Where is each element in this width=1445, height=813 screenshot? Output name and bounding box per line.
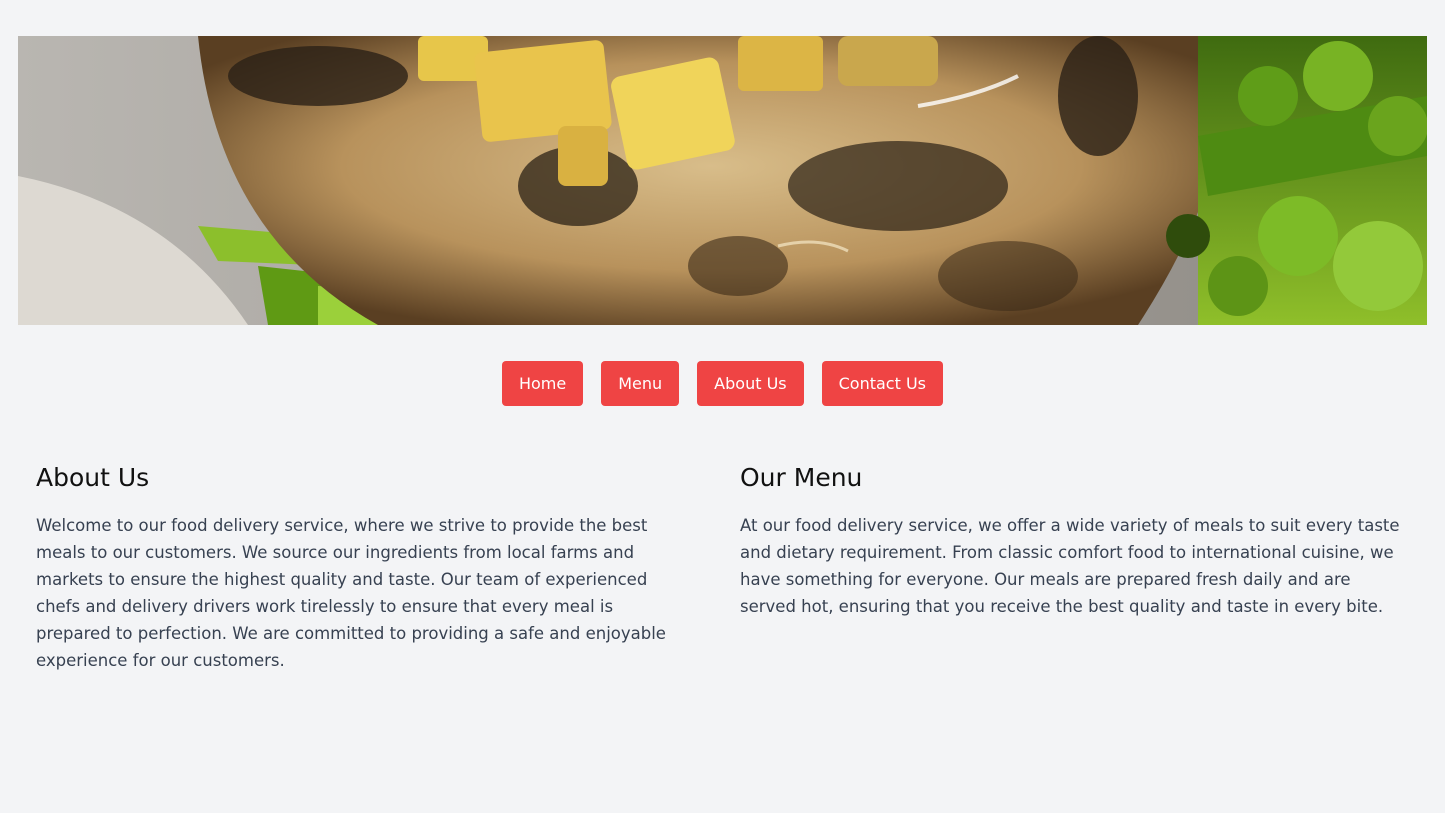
main-nav: Home Menu About Us Contact Us xyxy=(0,361,1445,406)
about-body: Welcome to our food delivery service, wh… xyxy=(36,516,666,670)
nav-menu-button[interactable]: Menu xyxy=(601,361,680,406)
nav-about-us-button[interactable]: About Us xyxy=(697,361,804,406)
menu-heading: Our Menu xyxy=(740,463,863,492)
nav-home-button[interactable]: Home xyxy=(501,361,584,406)
hero-food-image xyxy=(18,36,1427,325)
page: Home Menu About Us Contact Us About Us W… xyxy=(0,0,1445,813)
nav-contact-us-button[interactable]: Contact Us xyxy=(821,361,943,406)
menu-body: At our food delivery service, we offer a… xyxy=(740,516,1400,616)
hero-food-illustration xyxy=(18,36,1427,325)
menu-section: Our Menu At our food delivery service, w… xyxy=(740,460,1410,620)
about-heading: About Us xyxy=(36,463,150,492)
about-section: About Us Welcome to our food delivery se… xyxy=(36,460,688,674)
